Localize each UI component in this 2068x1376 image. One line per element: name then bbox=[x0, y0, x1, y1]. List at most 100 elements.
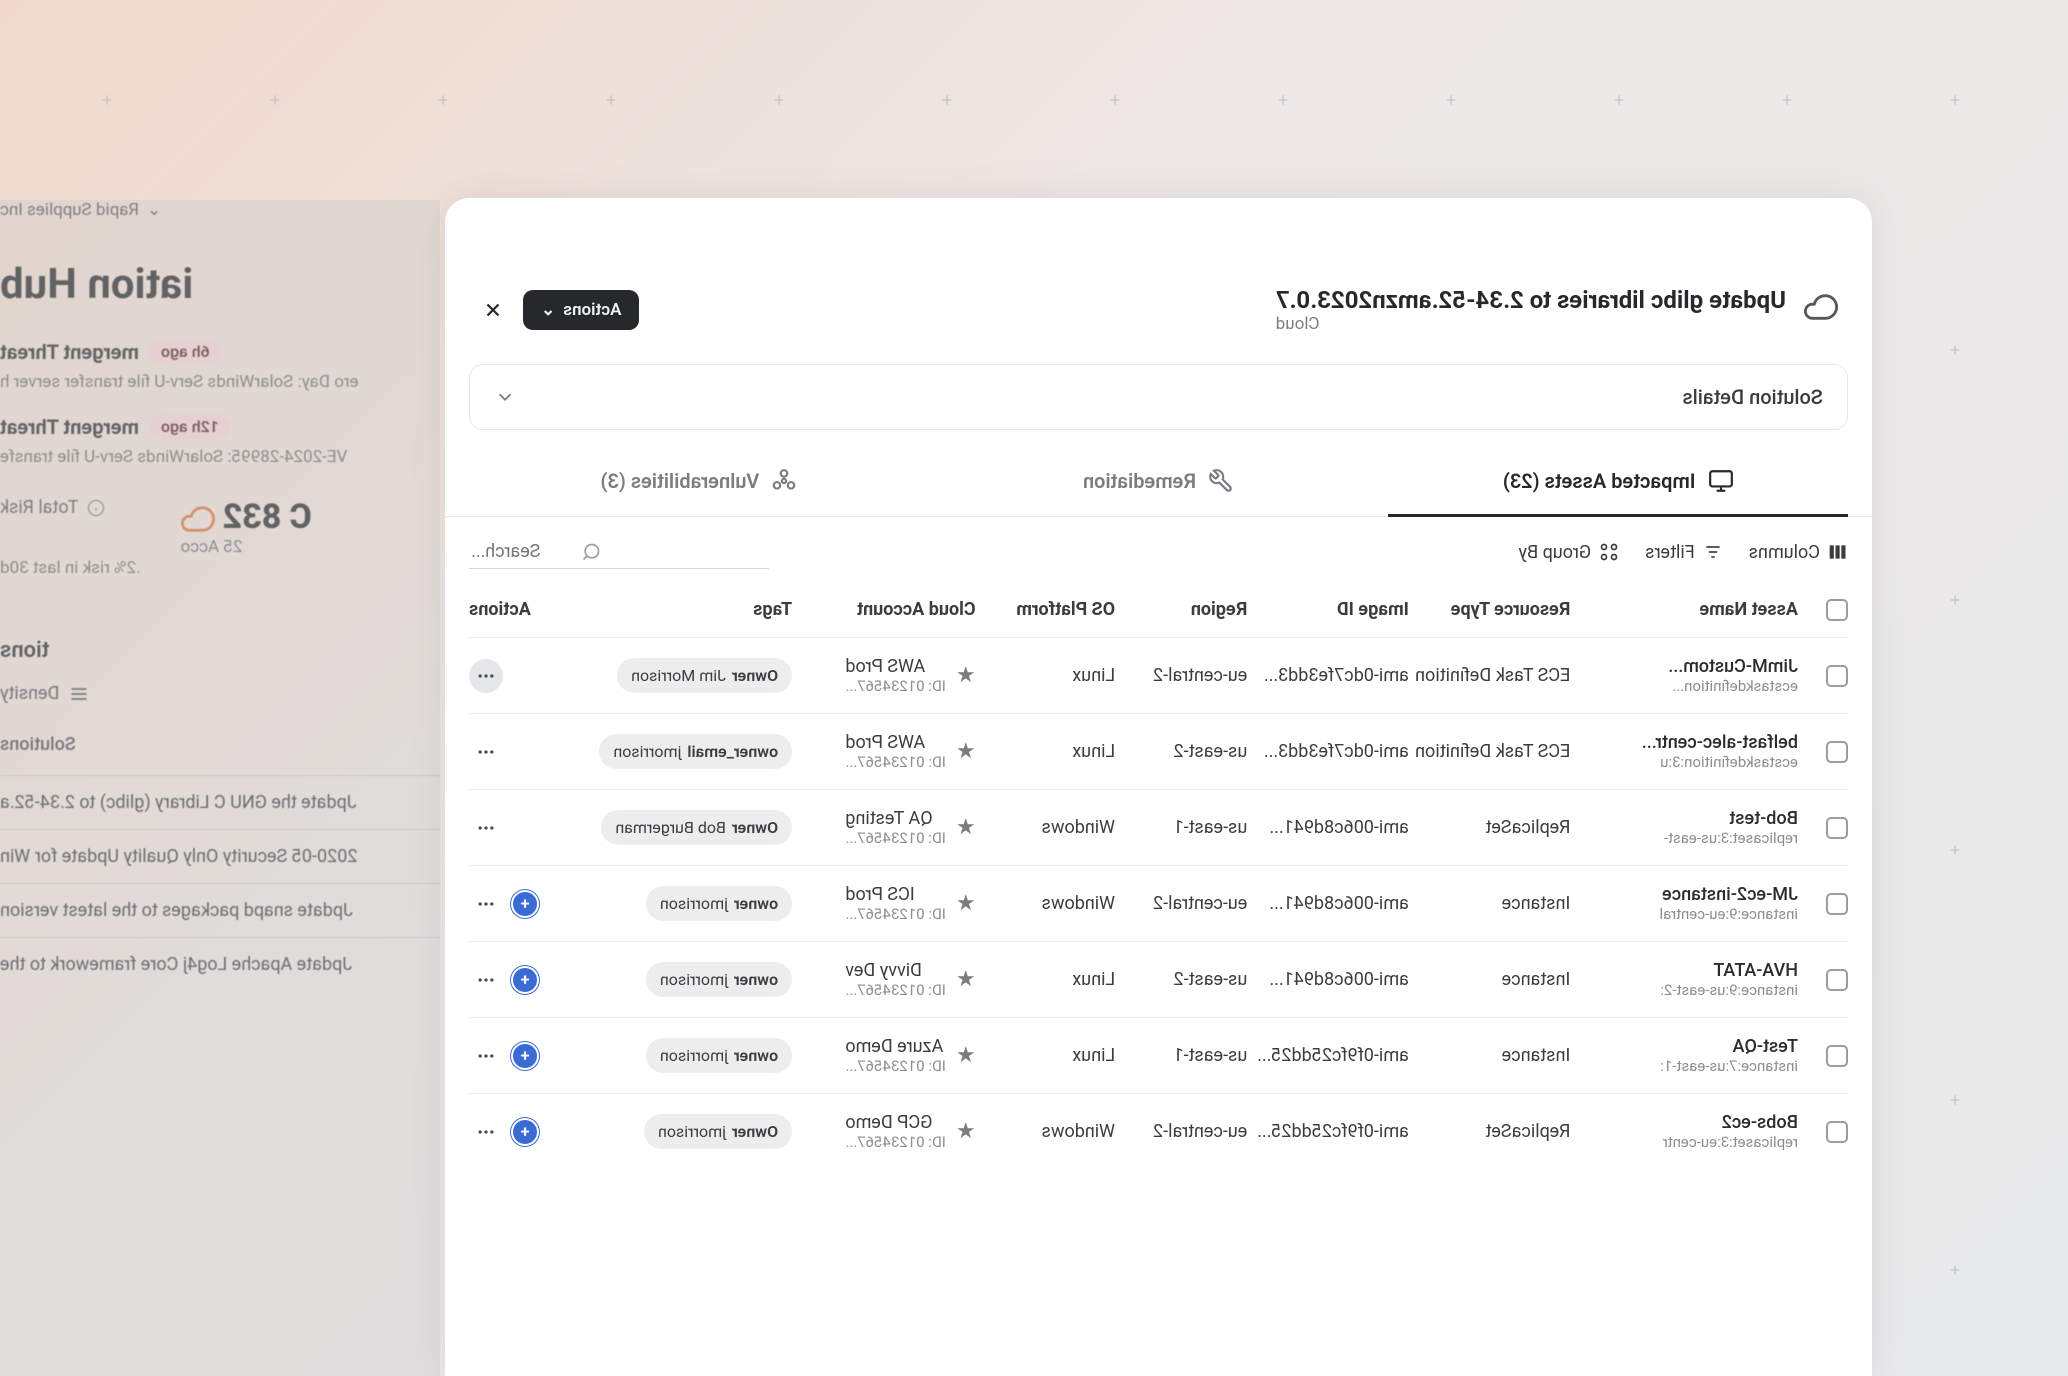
close-button[interactable] bbox=[479, 296, 507, 324]
star-icon[interactable]: ★ bbox=[956, 1043, 976, 1068]
tag-pill[interactable]: owner jmorrison bbox=[646, 886, 792, 921]
image-id: ami-0f9fc25dd25... bbox=[1247, 1045, 1409, 1066]
column-header[interactable]: Tags bbox=[594, 599, 792, 621]
tag-pill[interactable]: Owner jmorrison bbox=[644, 1114, 792, 1149]
asset-sub: instance:7:us-east-1: bbox=[1570, 1057, 1798, 1075]
filter-icon bbox=[1703, 542, 1723, 562]
add-badge-icon[interactable]: + bbox=[511, 1042, 539, 1070]
select-all-checkbox[interactable] bbox=[1826, 599, 1848, 621]
row-checkbox[interactable] bbox=[1826, 817, 1848, 839]
tag-pill[interactable]: owner_email jmorrison bbox=[599, 734, 792, 769]
actions-button[interactable]: Actions ⌄ bbox=[523, 290, 639, 330]
assets-table: Asset Name Resource Type Image ID Region… bbox=[445, 583, 1872, 1169]
tab-vulnerabilities[interactable]: Vulnerabilities (3) bbox=[469, 450, 929, 516]
search-input-wrap[interactable] bbox=[469, 535, 769, 569]
table-row[interactable]: JimM-Custom... ecstaskdefinition... ECS … bbox=[469, 637, 1848, 713]
star-icon[interactable]: ★ bbox=[956, 739, 976, 764]
row-checkbox[interactable] bbox=[1826, 665, 1848, 687]
resource-type: ReplicaSet bbox=[1409, 1121, 1571, 1142]
table-row[interactable]: Bobs-ec2 replicaset:3:eu-centr ReplicaSe… bbox=[469, 1093, 1848, 1169]
asset-sub: replicaset:3:us-east- bbox=[1570, 829, 1798, 847]
os-platform: Windows bbox=[976, 1121, 1116, 1142]
density-label[interactable]: Density bbox=[0, 683, 59, 704]
columns-icon bbox=[1828, 542, 1848, 562]
star-icon[interactable]: ★ bbox=[956, 891, 976, 916]
list-item[interactable]: Jpdate the GNU C Library (glibc) to 2.34… bbox=[0, 775, 440, 829]
risk-change: .2% risk in last 30d bbox=[0, 558, 141, 578]
tag-value: jmorrison bbox=[660, 970, 728, 989]
list-item[interactable]: Jpdate Apache Log4j Core framework to th… bbox=[0, 937, 440, 991]
os-platform: Linux bbox=[976, 665, 1116, 686]
row-checkbox[interactable] bbox=[1826, 893, 1848, 915]
star-icon[interactable]: ★ bbox=[956, 1119, 976, 1144]
filters-button[interactable]: Filters bbox=[1645, 542, 1723, 563]
tag-label: Owner bbox=[732, 818, 778, 837]
tag-pill[interactable]: owner jmorrison bbox=[646, 1038, 792, 1073]
solution-details-card[interactable]: Solution Details bbox=[469, 364, 1848, 430]
column-header[interactable]: Image ID bbox=[1247, 599, 1409, 621]
tab-label: Remediation bbox=[1083, 469, 1196, 493]
table-row[interactable]: belfast-alec-centr... ecstaskdefinition:… bbox=[469, 713, 1848, 789]
image-id: ami-0dc7fe3dd3... bbox=[1247, 741, 1409, 762]
more-button[interactable] bbox=[469, 963, 503, 997]
search-icon bbox=[581, 542, 601, 562]
columns-button[interactable]: Columns bbox=[1749, 542, 1848, 563]
star-icon[interactable]: ★ bbox=[956, 663, 976, 688]
add-badge-icon[interactable]: + bbox=[511, 1118, 539, 1146]
column-header[interactable]: OS Platform bbox=[976, 599, 1116, 621]
threat-label: mergent Threat bbox=[0, 415, 139, 439]
account-name: Azure Demo bbox=[845, 1036, 946, 1057]
tag-pill[interactable]: owner jmorrison bbox=[646, 962, 792, 997]
os-platform: Linux bbox=[976, 969, 1116, 990]
table-row[interactable]: Test-QA instance:7:us-east-1: Instance a… bbox=[469, 1017, 1848, 1093]
asset-sub: replicaset:3:eu-centr bbox=[1570, 1133, 1798, 1151]
asset-sub: ecstaskdefinition:3:u bbox=[1570, 753, 1798, 771]
wrench-icon bbox=[1208, 468, 1234, 494]
more-button[interactable] bbox=[469, 1039, 503, 1073]
tab-impacted-assets[interactable]: Impacted Assets (23) bbox=[1388, 450, 1848, 516]
column-header[interactable]: Asset Name bbox=[1570, 599, 1798, 621]
more-button[interactable] bbox=[469, 811, 503, 845]
tag-pill[interactable]: Owner Jim Morrison bbox=[617, 658, 792, 693]
add-badge-icon[interactable]: + bbox=[511, 890, 539, 918]
column-header[interactable]: Cloud Account bbox=[792, 599, 976, 621]
cloud-icon bbox=[1804, 290, 1838, 324]
density-icon bbox=[69, 684, 89, 704]
image-id: ami-006c8d941... bbox=[1247, 893, 1409, 914]
tag-label: Owner bbox=[732, 1122, 778, 1141]
tag-pill[interactable]: Owner Bob Burgerman bbox=[601, 810, 792, 845]
row-checkbox[interactable] bbox=[1826, 741, 1848, 763]
more-button[interactable] bbox=[469, 887, 503, 921]
more-button[interactable] bbox=[469, 1115, 503, 1149]
tag-value: jmorrison bbox=[613, 742, 681, 761]
table-row[interactable]: HVA-ATAT instance:9:us-east-2: Instance … bbox=[469, 941, 1848, 1017]
group-icon bbox=[1599, 542, 1619, 562]
tab-label: Vulnerabilities (3) bbox=[600, 469, 759, 493]
list-item[interactable]: Jpdate snapd packages to the latest vers… bbox=[0, 883, 440, 937]
org-selector[interactable]: Rapid Supplies Inc bbox=[0, 200, 139, 220]
tab-remediation[interactable]: Remediation bbox=[929, 450, 1389, 516]
more-button[interactable] bbox=[469, 659, 503, 693]
more-button[interactable] bbox=[469, 735, 503, 769]
account-name: AWS Prod bbox=[845, 656, 946, 677]
account-id: ID: 01234567... bbox=[845, 981, 946, 999]
column-header[interactable]: Actions bbox=[469, 599, 594, 621]
threat-desc: ero Day: SolarWinds Serv-U file transfer… bbox=[0, 372, 440, 392]
account-name: GCP Demo bbox=[845, 1112, 946, 1133]
row-checkbox[interactable] bbox=[1826, 1121, 1848, 1143]
info-icon bbox=[87, 499, 105, 517]
table-row[interactable]: Bob-test replicaset:3:us-east- ReplicaSe… bbox=[469, 789, 1848, 865]
row-checkbox[interactable] bbox=[1826, 1045, 1848, 1067]
star-icon[interactable]: ★ bbox=[956, 967, 976, 992]
star-icon[interactable]: ★ bbox=[956, 815, 976, 840]
column-header[interactable]: Region bbox=[1115, 599, 1247, 621]
chevron-down-icon: ⌄ bbox=[147, 200, 161, 220]
column-header[interactable]: Resource Type bbox=[1409, 599, 1571, 621]
row-checkbox[interactable] bbox=[1826, 969, 1848, 991]
region: us-east-1 bbox=[1115, 817, 1247, 838]
add-badge-icon[interactable]: + bbox=[511, 966, 539, 994]
list-item[interactable]: 2020-05 Security Only Quality Update for… bbox=[0, 829, 440, 883]
groupby-button[interactable]: Group By bbox=[1518, 542, 1619, 563]
table-row[interactable]: JM-ec2-instance instance:9:eu-central In… bbox=[469, 865, 1848, 941]
search-input[interactable] bbox=[471, 541, 571, 562]
